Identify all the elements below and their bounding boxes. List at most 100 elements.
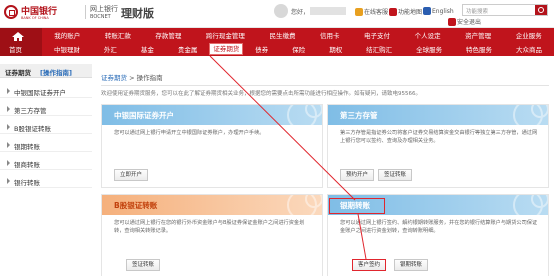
nav-item[interactable]: 存款管理 bbox=[143, 30, 194, 40]
netbank-label: 网上银行 bbox=[90, 5, 118, 13]
search-icon[interactable] bbox=[535, 5, 547, 15]
card-title: 第三方存管 bbox=[340, 111, 378, 120]
bank-logo[interactable]: 中国银行 BANK OF CHINA bbox=[4, 3, 57, 25]
sidebar-item-bank-commodity[interactable]: 银商转账 bbox=[0, 156, 92, 170]
nav-item[interactable]: 贵金属 bbox=[166, 44, 209, 54]
sidebar-item-label: B股银证转账 bbox=[14, 125, 51, 133]
header-divider bbox=[85, 5, 86, 19]
map-icon bbox=[389, 8, 397, 16]
sidebar-item-b-share[interactable]: B股银证转账 bbox=[0, 120, 92, 134]
sidebar-item-label: 中银国际证券开户 bbox=[14, 89, 66, 97]
flag-icon bbox=[423, 7, 431, 15]
operation-guide-link[interactable]: [操作指南] bbox=[40, 67, 72, 77]
open-account-button[interactable]: 立即开户 bbox=[114, 169, 149, 181]
nav-item[interactable]: 企业服务 bbox=[503, 30, 554, 40]
decor-pattern-icon bbox=[287, 195, 322, 215]
nav-item[interactable]: 信用卡 bbox=[308, 30, 352, 40]
nav-item[interactable]: 跨行现金管理 bbox=[194, 30, 258, 40]
nav-item[interactable]: 转账汇款 bbox=[93, 30, 144, 40]
card-third-party: 第三方存管 第三方存管是指证券公司将客户证券交易结算资金交由银行等独立第三方存管… bbox=[327, 104, 549, 188]
english-label: English bbox=[432, 8, 454, 15]
function-map-label: 功能地图 bbox=[398, 9, 423, 16]
securities-transfer-button[interactable]: 签证转账 bbox=[378, 169, 413, 181]
decor-pattern-icon bbox=[513, 195, 548, 215]
card-b-share: B股银证转账 您可以通过网上银行在您的银行外币资金账户与B股证券保证金账户之间进… bbox=[101, 194, 323, 276]
nav-row-1: 我的账户 转账汇款 存款管理 跨行现金管理 民生缴费 信用卡 电子支付 个人设定… bbox=[42, 28, 554, 42]
card-title: B股银证转账 bbox=[114, 201, 158, 210]
card-description: 第三方存管是指证券公司将客户证券交易结算资金交由银行等独立第三方存管，通过网上银… bbox=[340, 130, 538, 144]
nav-item[interactable]: 结汇购汇 bbox=[354, 44, 404, 54]
breadcrumb-link[interactable]: 证券期货 bbox=[101, 74, 127, 82]
nav-item[interactable]: 特色服务 bbox=[454, 44, 504, 54]
caret-right-icon bbox=[7, 124, 10, 130]
nav-item[interactable]: 我的账户 bbox=[42, 30, 93, 40]
nav-item[interactable]: 全球服务 bbox=[404, 44, 454, 54]
nav-item[interactable]: 保险 bbox=[280, 44, 317, 54]
nav-item[interactable]: 民生缴费 bbox=[257, 30, 308, 40]
user-avatar bbox=[274, 4, 288, 18]
caret-right-icon bbox=[7, 106, 10, 112]
nav-item[interactable]: 基金 bbox=[129, 44, 166, 54]
greeting-text: 您好， bbox=[291, 9, 310, 16]
nav-item[interactable]: 外汇 bbox=[92, 44, 129, 54]
sidebar-item-third-party[interactable]: 第三方存管 bbox=[0, 102, 92, 116]
chat-icon bbox=[355, 8, 363, 16]
sidebar-header: 证券期货 [操作指南] bbox=[0, 64, 92, 78]
intro-text: 欢迎使用证券期货服务，您可以在此了解证券期货相关业务，根据您的需要点击所需功能进… bbox=[101, 91, 422, 97]
boc-logo-icon bbox=[4, 5, 18, 19]
search-input[interactable]: 功能搜索 bbox=[466, 7, 488, 15]
customer-sign-button[interactable]: 客户签约 bbox=[352, 259, 387, 271]
logout-label: 安全退出 bbox=[457, 19, 482, 26]
breadcrumb-current: 操作指南 bbox=[136, 74, 163, 82]
main-nav: 首页 我的账户 转账汇款 存款管理 跨行现金管理 民生缴费 信用卡 电子支付 个… bbox=[0, 28, 554, 56]
nav-item[interactable]: 资产管理 bbox=[453, 30, 504, 40]
logout-link[interactable]: 安全退出 bbox=[448, 17, 481, 26]
top-bar: 中国银行 BANK OF CHINA 网上银行 BOCNET 理财版 您好， 在… bbox=[0, 0, 554, 28]
breadcrumb: 证券期货 > 操作指南 bbox=[101, 72, 163, 82]
securities-transfer-button[interactable]: 签证转账 bbox=[126, 259, 161, 271]
caret-right-icon bbox=[7, 160, 10, 166]
breadcrumb-separator: > bbox=[127, 74, 137, 82]
search-box[interactable]: 功能搜索 bbox=[462, 4, 548, 16]
function-map-link[interactable]: 功能地图 bbox=[389, 7, 422, 16]
sidebar: 证券期货 [操作指南] 中银国际证券开户 第三方存管 B股银证转账 银期转账 银… bbox=[0, 64, 92, 276]
card-description: 您可以通过网上银行在您的银行外币资金账户与B股证券保证金账户之间进行资金划转，查… bbox=[114, 220, 305, 234]
nav-item[interactable]: 中银理财 bbox=[42, 44, 92, 54]
caret-right-icon bbox=[7, 178, 10, 184]
card-title: 中银国际证券开户 bbox=[114, 111, 174, 120]
nav-item-securities-futures[interactable]: 证券期货 bbox=[209, 43, 244, 55]
online-service-link[interactable]: 在线客服 bbox=[355, 7, 388, 16]
highlight-box-card-title bbox=[329, 198, 385, 214]
card-header: 第三方存管 bbox=[328, 105, 548, 125]
product-title: 理财版 bbox=[121, 7, 154, 20]
english-link[interactable]: English bbox=[423, 7, 454, 15]
nav-item[interactable]: 电子支付 bbox=[352, 30, 403, 40]
caret-right-icon bbox=[7, 88, 10, 94]
nav-item[interactable]: 个人设定 bbox=[402, 30, 453, 40]
decor-pattern-icon bbox=[287, 105, 322, 125]
sidebar-item-label: 银期转账 bbox=[14, 143, 40, 151]
breadcrumb-divider bbox=[101, 85, 549, 86]
card-description: 您可以通过网上银行申请开立中银国际证券账户，办理开户手续。 bbox=[114, 130, 265, 136]
sidebar-title: 证券期货 bbox=[5, 69, 31, 77]
power-icon bbox=[448, 18, 456, 26]
user-name-redacted bbox=[310, 7, 346, 15]
sidebar-item-label: 第三方存管 bbox=[14, 107, 47, 115]
home-icon bbox=[12, 32, 24, 41]
bank-futures-transfer-button[interactable]: 银期转账 bbox=[394, 259, 429, 271]
home-button[interactable]: 首页 bbox=[0, 28, 42, 56]
nav-item[interactable]: 期权 bbox=[317, 44, 354, 54]
card-header: B股银证转账 bbox=[102, 195, 322, 215]
caret-right-icon bbox=[7, 142, 10, 148]
nav-item[interactable]: 大众商品 bbox=[504, 44, 554, 54]
sidebar-item-boci-account[interactable]: 中银国际证券开户 bbox=[0, 84, 92, 98]
sidebar-item-label: 银行转账 bbox=[14, 179, 40, 187]
home-label: 首页 bbox=[9, 46, 22, 54]
card-boci-account: 中银国际证券开户 您可以通过网上银行申请开立中银国际证券账户，办理开户手续。 立… bbox=[101, 104, 323, 188]
sidebar-item-bank-transfer[interactable]: 银行转账 bbox=[0, 174, 92, 188]
nav-item[interactable]: 债券 bbox=[243, 44, 280, 54]
reserve-account-button[interactable]: 预约开户 bbox=[340, 169, 375, 181]
sidebar-item-bank-futures[interactable]: 银期转账 bbox=[0, 138, 92, 152]
bank-name-en: BANK OF CHINA bbox=[21, 16, 49, 20]
card-header: 中银国际证券开户 bbox=[102, 105, 322, 125]
